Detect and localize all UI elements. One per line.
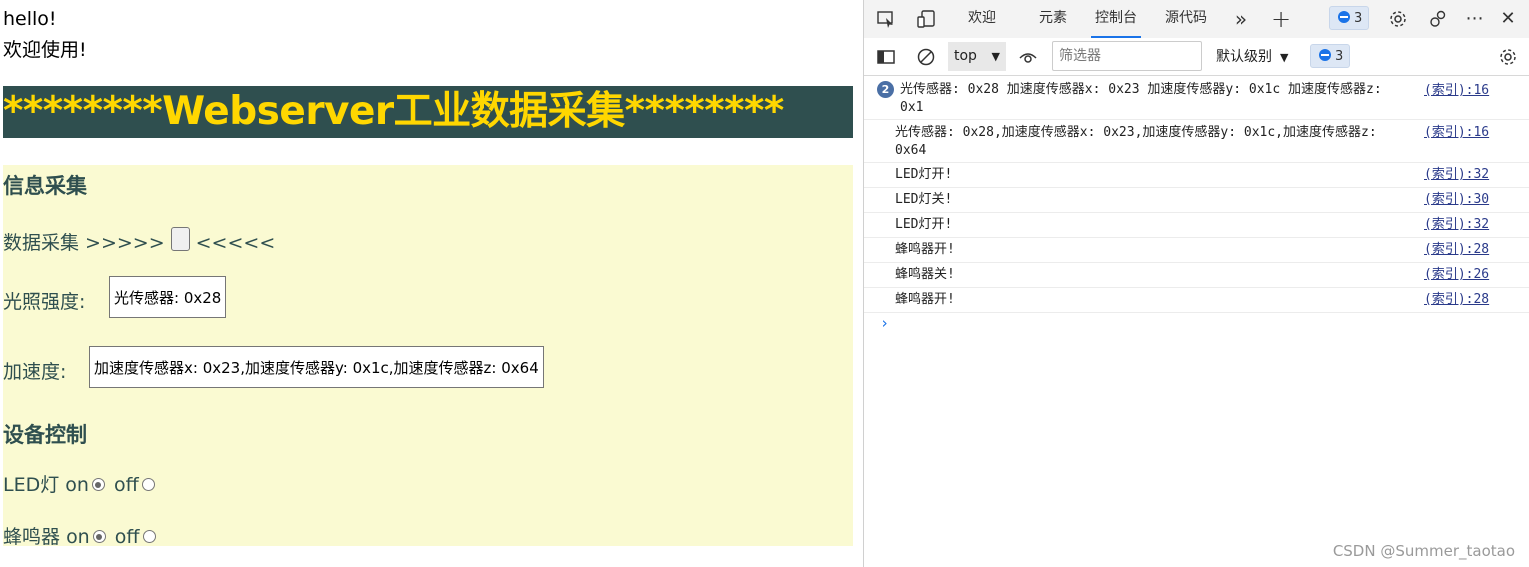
led-label: LED灯 (3, 474, 60, 496)
led-off-label: off (114, 474, 139, 496)
buzzer-off-label: off (114, 526, 140, 548)
inspect-element-icon[interactable] (876, 9, 896, 29)
tab-sources[interactable]: 源代码 (1161, 0, 1211, 38)
console-message-text: 蜂鸣器开! (895, 292, 955, 307)
device-emulation-icon[interactable] (916, 9, 936, 29)
filter-input[interactable] (1052, 41, 1202, 71)
live-expression-eye-icon[interactable] (1018, 47, 1038, 67)
console-message-text: 蜂鸣器关! (895, 267, 955, 282)
accel-label: 加速度: (3, 361, 67, 383)
collect-suffix: <<<<< (195, 232, 276, 254)
messages-badge[interactable]: 3 (1310, 44, 1351, 68)
console-message: LED灯开! (索引):32 (864, 163, 1529, 188)
issues-badge[interactable]: 3 (1329, 6, 1370, 30)
message-bubble-icon (1319, 49, 1331, 61)
chevron-down-icon: ▼ (1280, 51, 1289, 64)
led-on-label: on (65, 474, 89, 496)
console-settings-gear-icon[interactable] (1498, 47, 1518, 67)
console-message: 蜂鸣器开! (索引):28 (864, 288, 1529, 313)
console-message-text: LED灯开! (895, 167, 953, 182)
repeat-count-badge: 2 (877, 81, 894, 98)
settings-gear-icon[interactable] (1388, 9, 1408, 29)
console-source-link[interactable]: (索引):32 (1424, 166, 1489, 184)
collect-checkbox[interactable] (170, 227, 190, 251)
collect-row: 数据采集 >>>>> <<<<< (3, 227, 275, 255)
console-message-text: LED灯开! (895, 217, 953, 232)
devtools-panel: 欢迎 元素 控制台 源代码 » + 3 ⋯ ✕ top▼ 默认级别▼ 3 (863, 0, 1529, 567)
console-message: 光传感器: 0x28,加速度传感器x: 0x23,加速度传感器y: 0x1c,加… (864, 120, 1529, 163)
buzzer-label: 蜂鸣器 (3, 526, 61, 548)
control-heading: 设备控制 (3, 423, 87, 447)
message-bubble-icon (1338, 11, 1350, 23)
light-value-field[interactable]: 光传感器: 0x28 (109, 276, 227, 318)
context-selector[interactable]: top ▼ (948, 42, 1006, 71)
console-message: 蜂鸣器开! (索引):28 (864, 238, 1529, 263)
collect-prefix: 数据采集 >>>>> (3, 232, 165, 254)
info-heading: 信息采集 (3, 174, 87, 198)
console-message-text: 光传感器: 0x28,加速度传感器x: 0x23,加速度传感器y: 0x1c,加… (895, 125, 1377, 158)
buzzer-on-label: on (66, 526, 90, 548)
tab-welcome[interactable]: 欢迎 (964, 0, 1000, 38)
devtools-tabbar: 欢迎 元素 控制台 源代码 » + 3 ⋯ ✕ (864, 0, 1529, 38)
console-source-link[interactable]: (索引):32 (1424, 216, 1489, 234)
console-message-text: LED灯关! (895, 192, 953, 207)
console-message: 蜂鸣器关! (索引):26 (864, 263, 1529, 288)
console-message: 2 光传感器: 0x28 加速度传感器x: 0x23 加速度传感器y: 0x1c… (864, 77, 1529, 120)
greeting-welcome: 欢迎使用! (3, 39, 87, 61)
log-level-dropdown[interactable]: 默认级别 ▼ (1216, 38, 1288, 76)
led-control-row: LED灯 on off (3, 470, 158, 497)
console-message: LED灯开! (索引):32 (864, 213, 1529, 238)
console-message: LED灯关! (索引):30 (864, 188, 1529, 213)
led-on-radio[interactable] (91, 478, 105, 491)
console-source-link[interactable]: (索引):28 (1424, 291, 1489, 309)
console-message-text: 光传感器: 0x28 加速度传感器x: 0x23 加速度传感器y: 0x1c 加… (900, 82, 1382, 115)
clear-console-icon[interactable] (916, 47, 936, 67)
page-title-banner: ********Webserver工业数据采集******** (3, 86, 853, 138)
tab-elements[interactable]: 元素 (1035, 0, 1071, 38)
sidebar-toggle-icon[interactable] (876, 47, 896, 67)
accel-value-field[interactable]: 加速度传感器x: 0x23,加速度传感器y: 0x1c,加速度传感器z: 0x6… (89, 346, 544, 388)
web-page: hello! 欢迎使用! ********Webserver工业数据采集****… (0, 0, 863, 567)
greeting-hello: hello! (3, 8, 57, 30)
light-label: 光照强度: (3, 291, 86, 313)
console-source-link[interactable]: (索引):28 (1424, 241, 1489, 259)
more-tabs-icon[interactable]: » (1231, 9, 1251, 29)
close-icon[interactable]: ✕ (1498, 9, 1518, 29)
tab-console[interactable]: 控制台 (1091, 0, 1141, 38)
buzzer-on-radio[interactable] (92, 530, 106, 543)
more-options-icon[interactable]: ⋯ (1465, 9, 1485, 29)
console-source-link[interactable]: (索引):16 (1424, 124, 1489, 142)
buzzer-off-radio[interactable] (142, 530, 156, 543)
buzzer-control-row: 蜂鸣器 on off (3, 522, 159, 549)
console-message-text: 蜂鸣器开! (895, 242, 955, 257)
add-tab-icon[interactable]: + (1271, 7, 1291, 31)
console-prompt[interactable]: › (880, 314, 889, 332)
customize-icon[interactable] (1428, 9, 1448, 29)
console-source-link[interactable]: (索引):16 (1424, 82, 1489, 100)
console-log: 2 光传感器: 0x28 加速度传感器x: 0x23 加速度传感器y: 0x1c… (864, 77, 1529, 332)
console-source-link[interactable]: (索引):26 (1424, 266, 1489, 284)
chevron-down-icon: ▼ (991, 50, 1000, 63)
watermark: CSDN @Summer_taotao (1332, 542, 1515, 560)
console-toolbar: top▼ 默认级别▼ 3 (864, 38, 1529, 76)
led-off-radio[interactable] (141, 478, 155, 491)
content-panel: 信息采集 数据采集 >>>>> <<<<< 光照强度: 光传感器: 0x28 加速… (3, 165, 853, 549)
console-source-link[interactable]: (索引):30 (1424, 191, 1489, 209)
